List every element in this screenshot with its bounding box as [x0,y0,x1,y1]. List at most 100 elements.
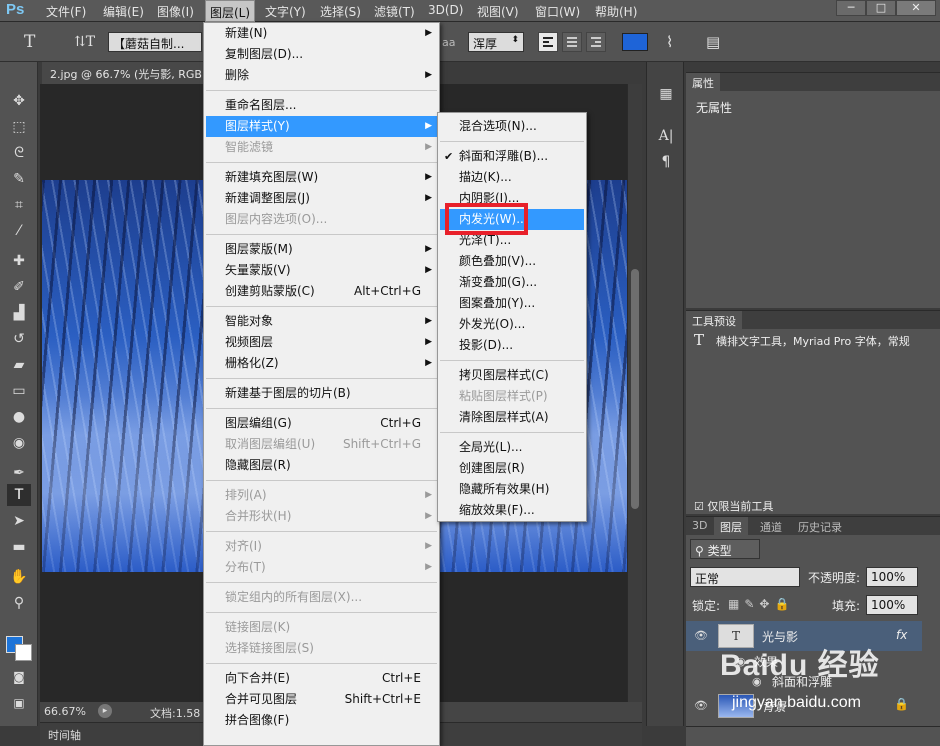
font-family-select[interactable]: 【蘑菇自制... [108,32,202,52]
pen-tool-icon[interactable]: ✒ [7,462,31,484]
menu-layer[interactable]: 图层(L) [205,0,256,22]
paragraph-panel-icon[interactable]: ¶ [656,154,676,174]
tab-3d[interactable]: 3D [686,517,713,535]
marquee-tool-icon[interactable]: ⬚ [7,116,31,138]
fill-input[interactable]: 100% [866,595,918,615]
menu-3d[interactable]: 3D(D) [428,3,463,17]
crop-tool-icon[interactable]: ⌗ [7,194,31,216]
menu-view[interactable]: 视图(V) [477,3,519,20]
menu-window[interactable]: 窗口(W) [535,3,580,20]
menu-select[interactable]: 选择(S) [320,3,361,20]
tab-layers[interactable]: 图层 [714,517,748,535]
status-menu-icon[interactable]: ▸ [98,704,112,718]
layer-style-item[interactable]: 创建图层(R) [440,458,584,479]
filter-kind-select[interactable]: ⚲ 类型 [690,539,760,559]
eraser-tool-icon[interactable]: ▰ [7,354,31,376]
type-tool-icon[interactable]: T [24,32,35,52]
hand-tool-icon[interactable]: ✋ [7,566,31,588]
layer-style-item[interactable]: 斜面和浮雕(B)... ✔ [440,146,584,167]
background-color[interactable] [15,644,32,661]
eyedropper-tool-icon[interactable]: ⁄ [7,220,31,242]
brush-tool-icon[interactable]: ✐ [7,276,31,298]
layer-menu-item[interactable]: 拼合图像(F) [206,710,437,731]
shape-tool-icon[interactable]: ▬ [7,536,31,558]
layer-style-item[interactable]: 拷贝图层样式(C) [440,365,584,386]
layer-style-item[interactable]: 清除图层样式(A) [440,407,584,428]
layer-menu-item[interactable]: 栅格化(Z) ▶ [206,353,437,374]
layer-menu-item[interactable]: 隐藏图层(R) [206,455,437,476]
tab-history[interactable]: 历史记录 [792,517,848,535]
gradient-tool-icon[interactable]: ▭ [7,380,31,402]
blend-mode-select[interactable]: 正常 [690,567,800,587]
layer-style-item[interactable]: 投影(D)... [440,335,584,356]
blur-tool-icon[interactable]: ● [7,406,31,428]
minimize-button[interactable]: ─ [836,0,866,16]
quick-select-tool-icon[interactable]: ✎ [7,168,31,190]
menu-file[interactable]: 文件(F) [46,3,86,20]
type-tool-icon[interactable]: T [7,484,31,506]
character-panel-icon[interactable]: ▤ [706,33,720,51]
preset-item[interactable]: 横排文字工具，Myriad Pro 字体，常规 [716,333,938,349]
layer-menu-item[interactable]: 新建填充图层(W) ▶ [206,167,437,188]
layer-menu-item[interactable]: 矢量蒙版(V) ▶ [206,260,437,281]
tab-channels[interactable]: 通道 [754,517,788,535]
menu-type[interactable]: 文字(Y) [265,3,306,20]
vertical-scrollbar[interactable] [627,84,642,702]
layer-menu-item[interactable]: 图层编组(G) Ctrl+G [206,413,437,434]
align-right-button[interactable] [586,32,606,52]
layer-menu-item[interactable]: 创建剪贴蒙版(C) Alt+Ctrl+G [206,281,437,302]
layer-style-item[interactable]: 外发光(O)... [440,314,584,335]
menu-help[interactable]: 帮助(H) [595,3,637,20]
quick-mask-icon[interactable]: ◙ [7,666,31,688]
fx-icon[interactable]: fx [896,628,907,642]
close-button[interactable]: ✕ [896,0,936,16]
lock-icons[interactable]: ▦✎✥🔒 [728,597,794,611]
tab-tool-presets[interactable]: 工具预设 [686,311,742,329]
menu-image[interactable]: 图像(I) [157,3,194,20]
layer-menu-item[interactable]: 删除 ▶ [206,65,437,86]
layer-style-item[interactable]: 缩放效果(F)... [440,500,584,521]
text-color-swatch[interactable] [622,33,648,51]
layer-menu-item[interactable]: 智能对象 ▶ [206,311,437,332]
align-left-button[interactable] [538,32,558,52]
history-brush-tool-icon[interactable]: ↺ [7,328,31,350]
opacity-input[interactable]: 100% [866,567,918,587]
menu-filter[interactable]: 滤镜(T) [374,3,415,20]
move-tool-icon[interactable]: ✥ [7,90,31,112]
scrollbar-thumb[interactable] [631,269,639,509]
stamp-tool-icon[interactable]: ▟ [7,302,31,324]
layer-menu-item[interactable]: 图层样式(Y) ▶ [206,116,437,137]
layer-menu-item[interactable]: 新建基于图层的切片(B) [206,383,437,404]
screen-mode-icon[interactable]: ▣ [7,692,31,714]
character-panel-icon[interactable]: A| [656,128,676,148]
visibility-eye-icon[interactable]: 👁 [694,629,710,642]
layer-style-item[interactable]: 图案叠加(Y)... [440,293,584,314]
layer-style-item[interactable]: 渐变叠加(G)... [440,272,584,293]
maximize-button[interactable]: □ [866,0,896,16]
layer-menu-item[interactable]: 合并可见图层 Shift+Ctrl+E [206,689,437,710]
layer-style-item[interactable]: 描边(K)... [440,167,584,188]
visibility-eye-icon[interactable]: 👁 [694,699,710,712]
path-select-tool-icon[interactable]: ➤ [7,510,31,532]
text-orientation-icon[interactable]: ⇅T [74,34,95,50]
layer-menu-item[interactable]: 重命名图层... [206,95,437,116]
dodge-tool-icon[interactable]: ◉ [7,432,31,454]
antialias-select[interactable]: 浑厚 ⬍ [468,32,524,52]
layer-menu-item[interactable]: 向下合并(E) Ctrl+E [206,668,437,689]
layer-style-item[interactable]: 混合选项(N)... [440,116,584,137]
align-center-button[interactable] [562,32,582,52]
layer-menu-item[interactable]: 视频图层 ▶ [206,332,437,353]
healing-brush-tool-icon[interactable]: ✚ [7,250,31,272]
tab-properties[interactable]: 属性 [686,73,720,91]
zoom-level[interactable]: 66.67% [44,705,86,718]
document-tab[interactable]: 2.jpg @ 66.7% (光与影, RGB [42,62,224,84]
lasso-tool-icon[interactable]: ᘓ [7,142,31,164]
layer-style-item[interactable]: 颜色叠加(V)... [440,251,584,272]
warp-text-icon[interactable]: ⌇ [666,33,673,51]
history-panel-icon[interactable]: ▦ [656,86,676,106]
layer-style-item[interactable]: 隐藏所有效果(H) [440,479,584,500]
layer-menu-item[interactable]: 新建(N) ▶ [206,23,437,44]
layer-menu-item[interactable]: 图层蒙版(M) ▶ [206,239,437,260]
layer-menu-item[interactable]: 复制图层(D)... [206,44,437,65]
layer-style-item[interactable]: 全局光(L)... [440,437,584,458]
